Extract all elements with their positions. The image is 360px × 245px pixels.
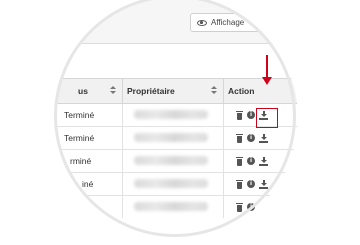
trash-icon[interactable] — [236, 202, 243, 212]
column-divider — [122, 196, 123, 218]
column-header-owner[interactable]: Propriétaire — [123, 79, 223, 103]
column-divider — [122, 150, 123, 172]
column-divider — [223, 173, 224, 195]
owner-email-blurred — [134, 202, 208, 211]
trash-icon[interactable] — [236, 133, 243, 143]
row-actions: i — [236, 201, 255, 213]
column-divider — [223, 196, 224, 218]
zoomed-screenshot: Affichage us Propriétaire Action Terminé… — [0, 0, 360, 245]
table-row: rminé i — [56, 150, 298, 173]
status-cell: Terminé — [64, 133, 95, 143]
column-header-status[interactable]: us — [74, 79, 124, 103]
status-cell: rminé — [70, 156, 92, 166]
column-header-status-label: us — [78, 86, 88, 96]
row-actions: i — [236, 155, 268, 167]
column-divider — [122, 127, 123, 149]
column-divider — [122, 104, 123, 126]
download-icon[interactable] — [259, 156, 268, 166]
view-options-label: Affichage — [211, 18, 245, 27]
owner-email-blurred — [134, 133, 208, 142]
magnifier-lens: Affichage us Propriétaire Action Terminé… — [56, 0, 298, 239]
info-icon[interactable]: i — [247, 111, 255, 119]
column-divider — [122, 173, 123, 195]
column-header-owner-label: Propriétaire — [127, 86, 175, 96]
info-icon[interactable]: i — [247, 157, 255, 165]
owner-email-blurred — [134, 110, 208, 119]
info-icon[interactable]: i — [247, 134, 255, 142]
view-options-button[interactable]: Affichage — [190, 13, 270, 32]
download-icon[interactable] — [259, 133, 268, 143]
table-row: i — [56, 196, 298, 219]
annotation-arrow-head — [262, 77, 272, 85]
trash-icon[interactable] — [236, 179, 243, 189]
eye-icon — [197, 19, 207, 26]
annotation-arrow — [266, 55, 268, 78]
column-divider — [223, 104, 224, 126]
download-highlight-box — [256, 108, 278, 128]
toolbar: Affichage — [56, 0, 298, 44]
info-icon[interactable]: i — [247, 203, 255, 211]
table-row: iné i — [56, 173, 298, 196]
column-header-action: Action — [224, 79, 284, 103]
status-cell: Terminé — [64, 110, 95, 120]
trash-icon[interactable] — [236, 156, 243, 166]
table-row: Terminé i — [56, 127, 298, 150]
column-divider — [223, 150, 224, 172]
sort-icon[interactable] — [211, 86, 217, 96]
row-actions: i — [236, 178, 268, 190]
info-icon[interactable]: i — [247, 180, 255, 188]
owner-email-blurred — [134, 179, 208, 188]
column-divider — [223, 127, 224, 149]
row-actions: i — [236, 132, 268, 144]
owner-email-blurred — [134, 156, 208, 165]
status-cell: iné — [82, 179, 94, 189]
download-icon[interactable] — [259, 179, 268, 189]
sort-icon[interactable] — [110, 86, 116, 96]
trash-icon[interactable] — [236, 110, 243, 120]
column-header-action-label: Action — [228, 86, 255, 96]
